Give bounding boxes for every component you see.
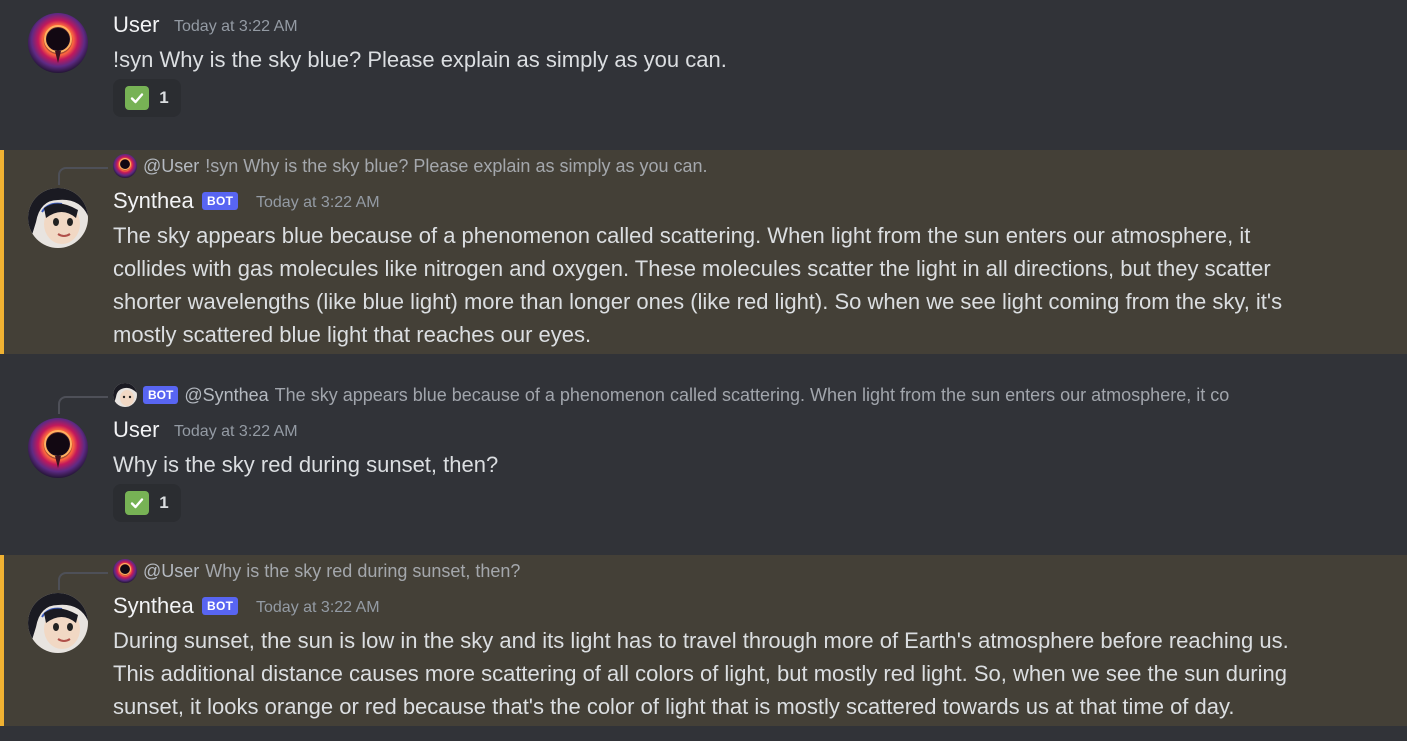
reply-author: @Synthea <box>184 384 269 405</box>
reply-text: Why is the sky red during sunset, then? <box>205 560 521 581</box>
message-line: shorter wavelengths (like blue light) mo… <box>113 289 1283 314</box>
message-line: The sky appears blue because of a phenom… <box>113 223 1251 248</box>
timestamp: Today at 3:22 AM <box>256 194 380 211</box>
message-user-1: User Today at 3:22 AM !syn Why is the sk… <box>0 0 1407 150</box>
bot-tag: BOT <box>202 597 239 615</box>
message-line: This additional distance causes more sca… <box>113 661 1287 686</box>
reply-preview[interactable]: @User Why is the sky red during sunset, … <box>113 559 520 583</box>
timestamp: Today at 3:22 AM <box>174 423 298 440</box>
user-avatar[interactable] <box>28 418 88 478</box>
message-line: During sunset, the sun is low in the sky… <box>113 628 1289 653</box>
message-text: During sunset, the sun is low in the sky… <box>113 624 1363 723</box>
timestamp: Today at 3:22 AM <box>174 18 298 35</box>
message-synthea-1: @User !syn Why is the sky blue? Please e… <box>0 150 1407 354</box>
check-mark-icon <box>125 86 150 110</box>
message-line: collides with gas molecules like nitroge… <box>113 256 1271 281</box>
message-synthea-2: @User Why is the sky red during sunset, … <box>0 555 1407 726</box>
message-user-2: BOT @Synthea The sky appears blue becaus… <box>0 354 1407 555</box>
reaction-count: 1 <box>159 88 169 107</box>
reply-connector <box>58 167 108 185</box>
bot-tag: BOT <box>202 192 239 210</box>
reply-author: @User <box>143 560 200 581</box>
message-line: mostly scattered blue light that reaches… <box>113 322 592 347</box>
user-avatar-small <box>113 559 137 583</box>
author-name[interactable]: User <box>113 12 159 38</box>
message-line: sunset, it looks orange or red because t… <box>113 694 1235 719</box>
reply-connector <box>58 572 108 590</box>
message-text: The sky appears blue because of a phenom… <box>113 219 1363 351</box>
reaction-check[interactable]: 1 <box>113 79 181 117</box>
check-mark-icon <box>125 491 150 515</box>
message-text: !syn Why is the sky blue? Please explain… <box>113 47 727 72</box>
message-text: Why is the sky red during sunset, then? <box>113 452 499 477</box>
user-avatar[interactable] <box>28 13 88 73</box>
reaction-count: 1 <box>159 493 169 512</box>
synthea-avatar-small <box>113 383 137 407</box>
bot-tag: BOT <box>143 386 179 404</box>
reply-connector <box>58 396 108 414</box>
reply-preview[interactable]: BOT @Synthea The sky appears blue becaus… <box>113 383 1229 407</box>
reply-text: !syn Why is the sky blue? Please explain… <box>205 155 708 176</box>
reaction-check[interactable]: 1 <box>113 484 181 522</box>
author-name[interactable]: User <box>113 417 159 443</box>
user-avatar-small <box>113 154 137 178</box>
synthea-avatar[interactable] <box>28 188 88 248</box>
reply-author: @User <box>143 155 200 176</box>
reply-preview[interactable]: @User !syn Why is the sky blue? Please e… <box>113 154 708 178</box>
synthea-avatar[interactable] <box>28 593 88 653</box>
author-name[interactable]: Synthea <box>113 593 194 619</box>
author-name[interactable]: Synthea <box>113 188 194 214</box>
reply-text: The sky appears blue because of a phenom… <box>274 384 1230 405</box>
timestamp: Today at 3:22 AM <box>256 599 380 616</box>
